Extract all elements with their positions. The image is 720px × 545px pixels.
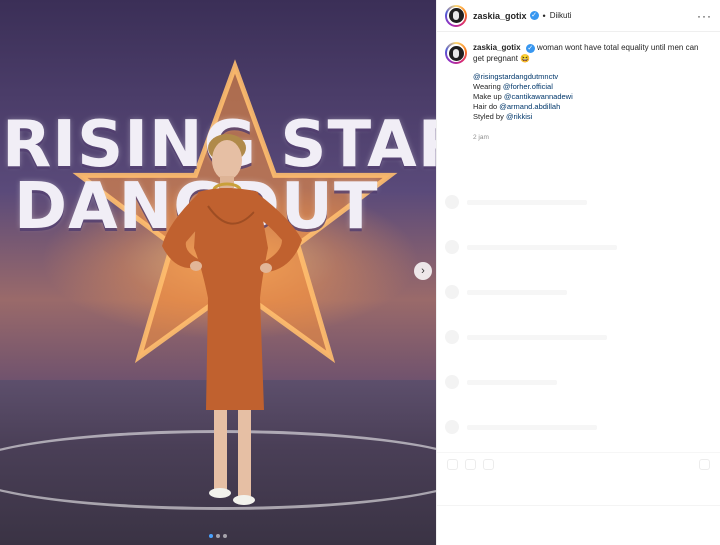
laugh-emoji-icon: 😆 [520, 54, 531, 63]
more-options-icon[interactable]: ··· [697, 9, 712, 23]
post-modal: RISING STAR DANGDUT [0, 0, 720, 545]
comments-list [437, 150, 720, 545]
post-timestamp: 2 jam [473, 134, 489, 141]
hair-label: Hair do [473, 102, 500, 111]
list-item [445, 420, 597, 434]
post-side-panel: zaskia_gotix ✓ • Diikuti ··· zaskia_goti… [436, 0, 720, 545]
post-header: zaskia_gotix ✓ • Diikuti ··· [437, 0, 720, 32]
add-comment-bar[interactable] [437, 505, 720, 545]
wearing-label: Wearing [473, 82, 503, 91]
comment-icon[interactable] [465, 459, 476, 470]
makeup-label: Make up [473, 92, 504, 101]
wearing-link[interactable]: @forher.official [503, 82, 553, 91]
mention-link[interactable]: @risingstardangdutmnctv [473, 72, 558, 81]
caption-username[interactable]: zaskia_gotix [473, 43, 521, 52]
follow-status-button[interactable]: Diikuti [550, 11, 572, 20]
list-item [445, 330, 607, 344]
person-figure [162, 134, 302, 505]
post-photo[interactable]: RISING STAR DANGDUT [0, 0, 436, 545]
post-caption: zaskia_gotix ✓ woman wont have total equ… [437, 32, 720, 143]
header-username[interactable]: zaskia_gotix [473, 11, 527, 21]
bookmark-icon[interactable] [699, 459, 710, 470]
carousel-dot [216, 534, 220, 538]
list-item [445, 285, 567, 299]
list-item [445, 375, 557, 389]
verified-icon: ✓ [529, 11, 539, 20]
list-item [445, 240, 617, 254]
styled-label: Styled by [473, 112, 506, 121]
makeup-link[interactable]: @cantikawannadewi [504, 92, 573, 101]
list-item [445, 195, 587, 209]
chevron-right-icon: › [421, 264, 425, 277]
verified-icon: ✓ [525, 44, 535, 53]
caption-avatar[interactable] [445, 42, 467, 64]
carousel-dot [223, 534, 227, 538]
next-photo-button[interactable]: › [414, 262, 432, 280]
heart-icon[interactable] [447, 459, 458, 470]
avatar[interactable] [445, 4, 467, 27]
carousel-dots [0, 534, 436, 538]
share-icon[interactable] [483, 459, 494, 470]
header-separator: • [542, 10, 546, 21]
carousel-dot [209, 534, 213, 538]
post-actions [437, 452, 720, 474]
hair-link[interactable]: @armand.abdillah [499, 102, 560, 111]
styled-link[interactable]: @rikkisi [506, 112, 532, 121]
